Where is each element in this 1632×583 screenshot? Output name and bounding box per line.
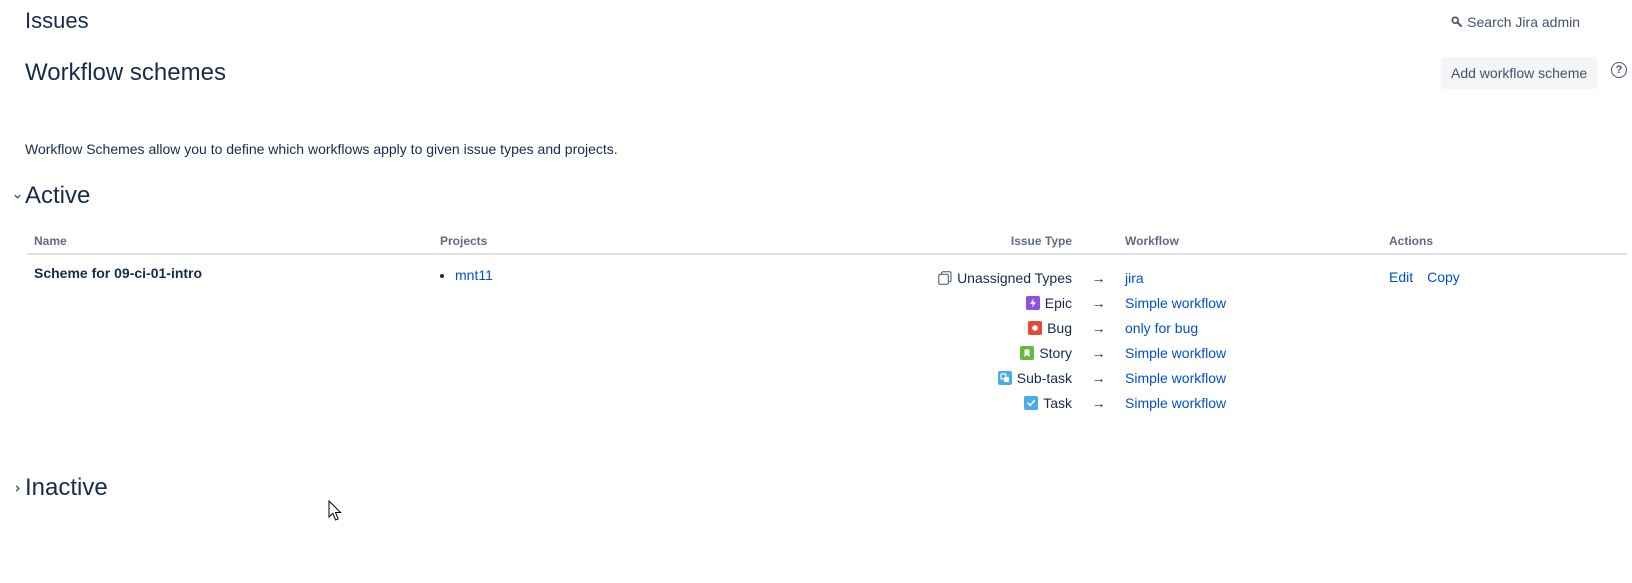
issue-type-unassigned: Unassigned Types (654, 265, 1072, 290)
column-header-arrow (1079, 230, 1118, 255)
workflows-cell: jira Simple workflow only for bug Simple… (1118, 254, 1382, 415)
workflow-link-jira[interactable]: jira (1125, 270, 1144, 286)
column-header-actions: Actions (1382, 230, 1627, 255)
admin-section-title: Issues (25, 8, 89, 33)
issue-type-subtask: Sub-task (654, 365, 1072, 390)
arrows-cell: → → → → → → (1079, 254, 1118, 415)
arrow-list: → → → → → → (1086, 265, 1111, 415)
workflow-link-simple-story[interactable]: Simple workflow (1125, 345, 1226, 361)
issue-type-label: Sub-task (1016, 369, 1072, 386)
workflow-row: Simple workflow (1125, 290, 1375, 315)
search-jira-admin-link[interactable]: Search Jira admin (1451, 14, 1580, 30)
subtask-icon (997, 370, 1012, 385)
project-list: mnt11 (440, 265, 640, 285)
workflow-link-simple-subtask[interactable]: Simple workflow (1125, 370, 1226, 386)
issue-type-label: Bug (1047, 319, 1072, 336)
issue-type-label: Story (1039, 344, 1072, 361)
issue-type-epic: Epic (654, 290, 1072, 315)
intro-text: Workflow Schemes allow you to define whi… (25, 141, 618, 157)
workflow-row: Simple workflow (1125, 340, 1375, 365)
workflow-row: Simple workflow (1125, 365, 1375, 390)
workflow-row: jira (1125, 265, 1375, 290)
workflow-schemes-page: Issues Search Jira admin Workflow scheme… (0, 0, 1632, 583)
task-icon (1024, 395, 1039, 410)
issue-type-label: Epic (1044, 294, 1072, 311)
scheme-name-cell: Scheme for 09-ci-01-intro (27, 254, 433, 415)
workflow-list: jira Simple workflow only for bug Simple… (1125, 265, 1375, 415)
mapping-arrow: → (1091, 294, 1106, 311)
issue-type-task: Task (654, 390, 1072, 415)
epic-icon (1025, 295, 1040, 310)
active-section-title: Active (25, 182, 91, 209)
issue-type-label: Unassigned Types (957, 269, 1072, 286)
workflow-row: Simple workflow (1125, 390, 1375, 415)
copy-scheme-link[interactable]: Copy (1427, 269, 1460, 285)
bug-icon (1028, 320, 1043, 335)
issue-type-story: Story (654, 340, 1072, 365)
column-header-name: Name (27, 230, 433, 255)
mapping-arrow: → (1091, 394, 1106, 411)
projects-cell: mnt11 (433, 254, 647, 415)
search-jira-admin-label: Search Jira admin (1467, 14, 1580, 30)
scheme-name: Scheme for 09-ci-01-intro (34, 265, 203, 281)
project-list-item: mnt11 (455, 265, 640, 285)
inactive-section-title: Inactive (25, 474, 108, 501)
help-icon[interactable]: ? (1611, 62, 1627, 78)
issue-type-list: Unassigned Types Epic Bug Story Sub-task… (654, 265, 1072, 415)
column-header-workflow: Workflow (1118, 230, 1382, 255)
row-actions: Edit Copy (1389, 265, 1620, 285)
workflow-link-simple-task[interactable]: Simple workflow (1125, 395, 1226, 411)
chevron-down-icon (11, 190, 23, 202)
issue-types-cell: Unassigned Types Epic Bug Story Sub-task… (647, 254, 1079, 415)
edit-scheme-link[interactable]: Edit (1389, 269, 1413, 285)
issue-type-label: Task (1043, 394, 1072, 411)
mapping-arrow: → (1091, 319, 1106, 336)
mapping-arrow: → (1091, 269, 1106, 286)
column-header-issue-type: Issue Type (647, 230, 1079, 255)
add-workflow-scheme-button[interactable]: Add workflow scheme (1441, 57, 1598, 89)
workflow-link-only-for-bug[interactable]: only for bug (1125, 320, 1198, 336)
workflow-row: only for bug (1125, 315, 1375, 340)
project-link-mnt11[interactable]: mnt11 (455, 267, 493, 283)
mouse-cursor-icon (328, 500, 342, 521)
page-title: Workflow schemes (25, 59, 226, 86)
active-section-toggle[interactable]: Active (11, 182, 90, 210)
table-row: Scheme for 09-ci-01-intro mnt11 (27, 254, 1627, 415)
workflow-link-simple-epic[interactable]: Simple workflow (1125, 295, 1226, 311)
chevron-right-icon (11, 482, 23, 494)
actions-cell: Edit Copy (1382, 254, 1627, 415)
inactive-section-toggle[interactable]: Inactive (11, 474, 108, 502)
search-icon (1451, 14, 1463, 30)
story-icon (1020, 345, 1035, 360)
issue-type-bug: Bug (654, 315, 1072, 340)
unassigned-types-icon (938, 270, 952, 285)
table-header-row: Name Projects Issue Type Workflow Action… (27, 230, 1627, 255)
column-header-projects: Projects (433, 230, 647, 255)
workflow-schemes-table: Name Projects Issue Type Workflow Action… (27, 230, 1627, 415)
mapping-arrow: → (1091, 344, 1106, 361)
mapping-arrow: → (1091, 369, 1106, 386)
